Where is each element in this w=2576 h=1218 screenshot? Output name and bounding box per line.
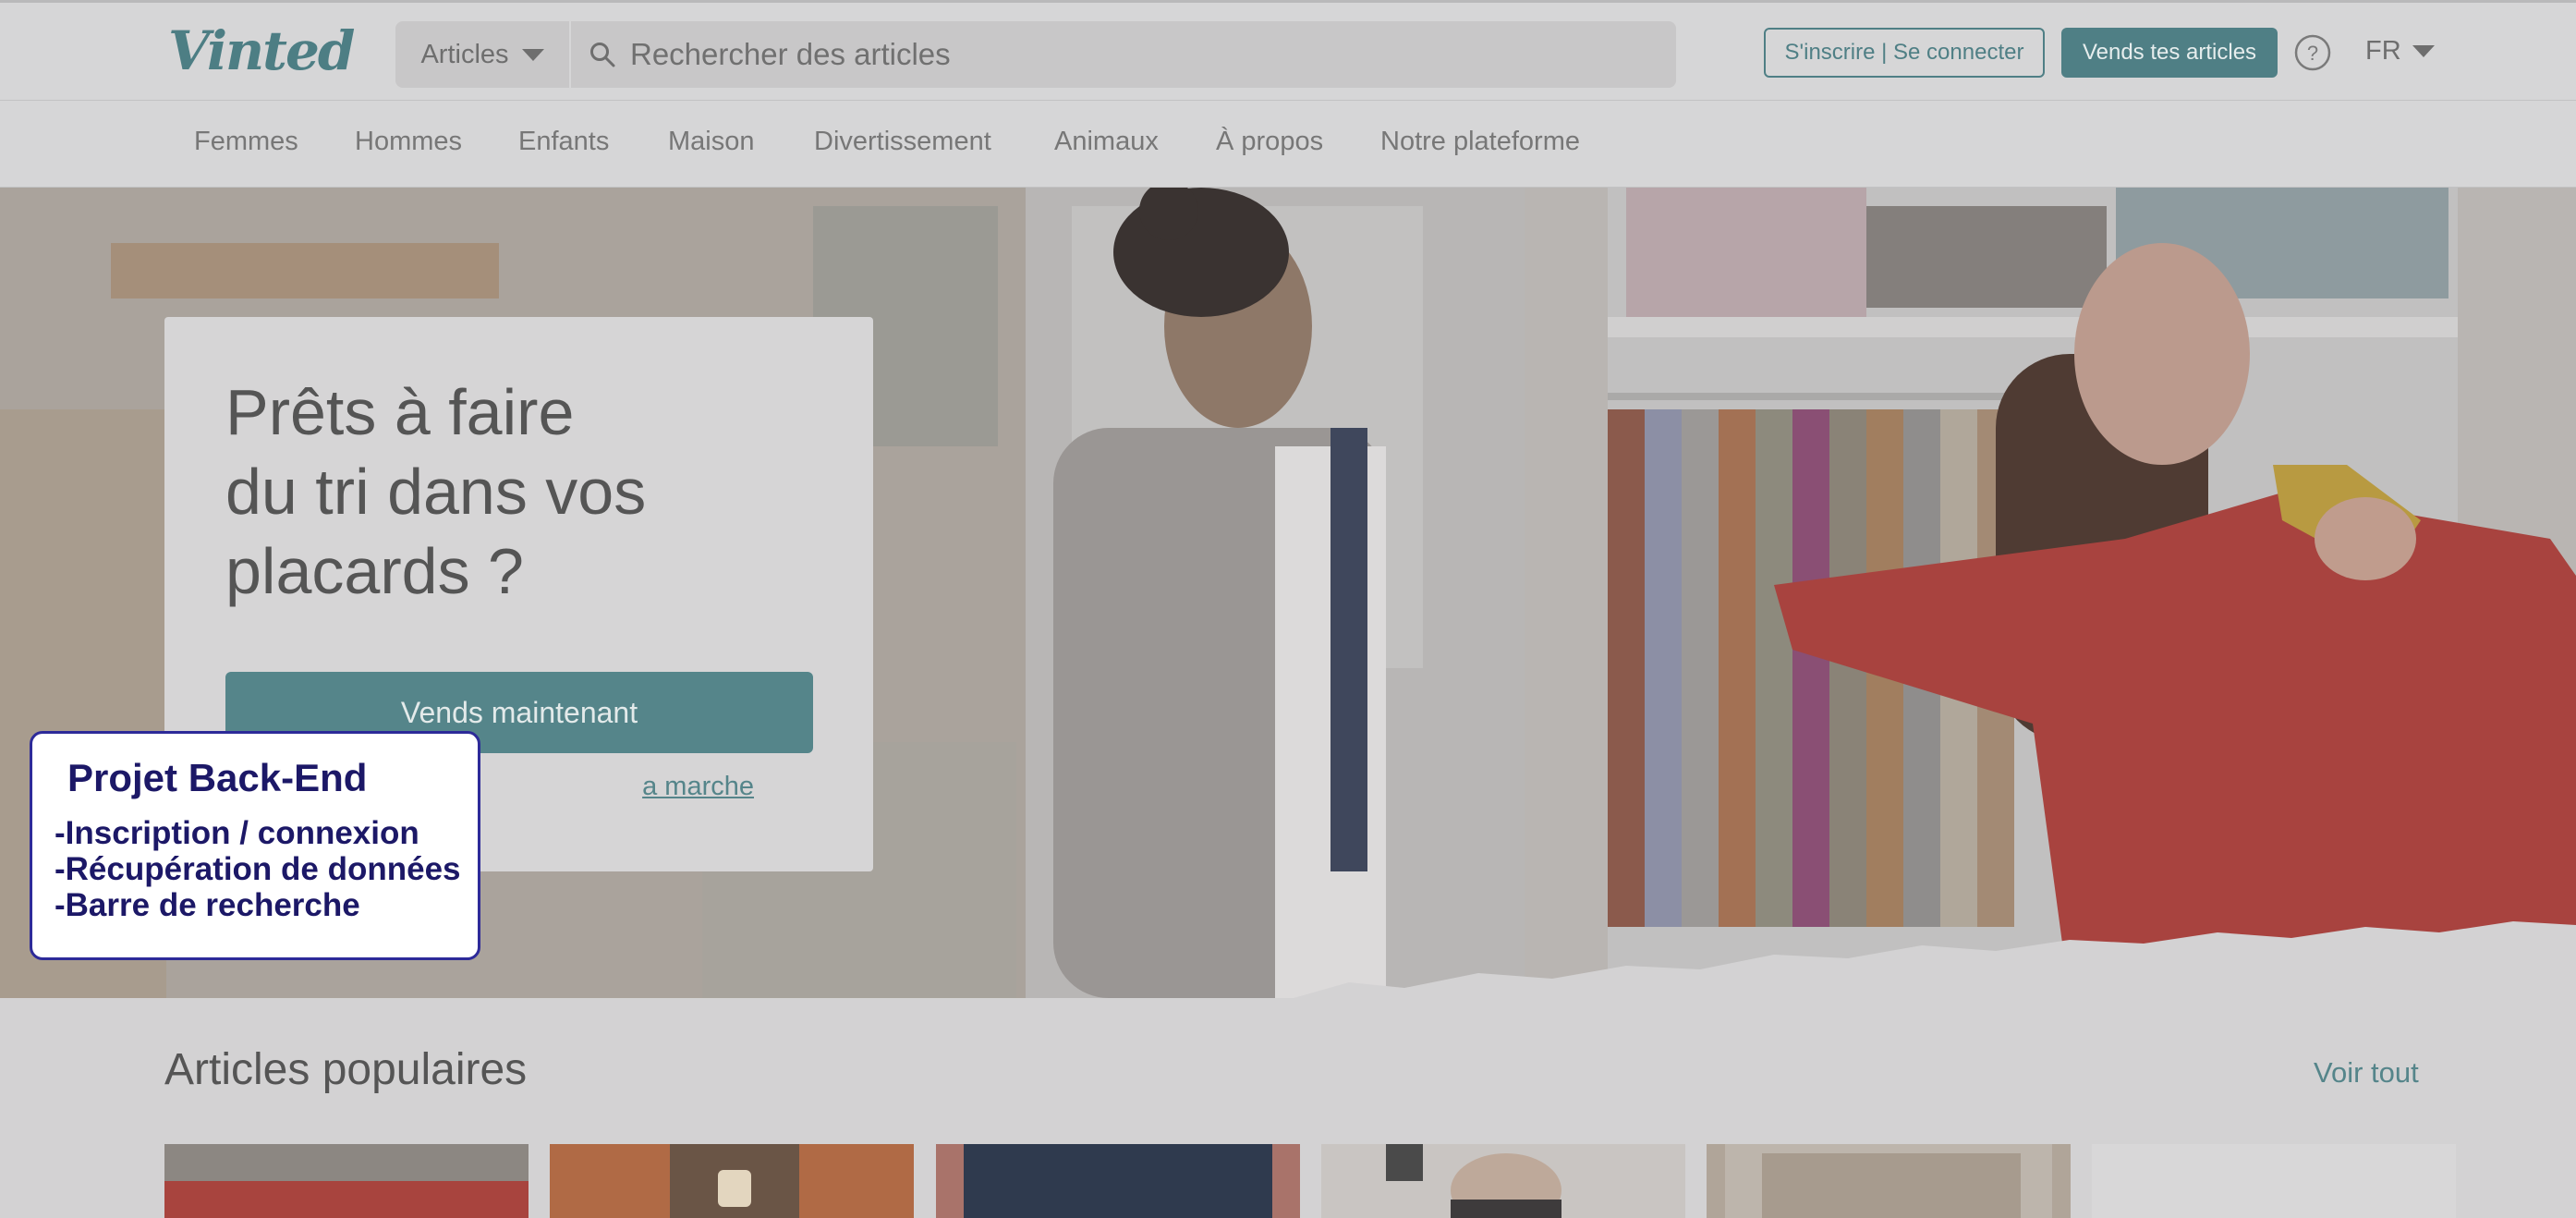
project-note-title: Projet Back-End: [67, 756, 368, 799]
nav-item-hommes[interactable]: Hommes: [355, 127, 462, 157]
language-label: FR: [2365, 36, 2401, 66]
hero-title-line-3: placards ?: [225, 535, 524, 607]
project-note-line: -Inscription / connexion: [55, 815, 419, 851]
category-nav: Femmes Hommes Enfants Maison Divertissem…: [0, 100, 2576, 188]
sell-items-button[interactable]: Vends tes articles: [2061, 28, 2278, 78]
nav-item-femmes[interactable]: Femmes: [194, 127, 298, 157]
product-card[interactable]: [1321, 1144, 1685, 1218]
project-note-line: -Barre de recherche: [55, 887, 360, 923]
project-note-line: -Récupération de données: [55, 851, 461, 887]
nav-item-notre-plateforme[interactable]: Notre plateforme: [1380, 127, 1580, 157]
product-image: [670, 1144, 799, 1218]
nav-item-animaux[interactable]: Animaux: [1054, 127, 1159, 157]
nav-item-maison[interactable]: Maison: [668, 127, 755, 157]
header: Vinted Articles S'inscrire | Se connecte…: [0, 0, 2576, 100]
product-card[interactable]: [936, 1144, 1300, 1218]
help-icon[interactable]: ?: [2294, 34, 2331, 71]
signup-login-button[interactable]: S'inscrire | Se connecter: [1764, 28, 2045, 78]
project-note: Projet Back-End -Inscription / connexion…: [30, 731, 480, 960]
search-bar: Articles: [395, 21, 1676, 88]
chevron-down-icon: [2412, 45, 2435, 57]
search-category-select[interactable]: Articles: [395, 21, 571, 88]
search-input[interactable]: [630, 21, 1646, 88]
nav-item-divertissement[interactable]: Divertissement: [814, 127, 991, 157]
nav-item-a-propos[interactable]: À propos: [1216, 127, 1323, 157]
chevron-down-icon: [521, 48, 544, 61]
language-selector[interactable]: FR: [2365, 36, 2435, 67]
product-image: [1386, 1144, 1561, 1218]
product-card[interactable]: [2092, 1144, 2456, 1218]
product-card[interactable]: [550, 1144, 914, 1218]
product-image: [1725, 1144, 2052, 1218]
product-card[interactable]: [164, 1144, 529, 1218]
product-card[interactable]: [1707, 1144, 2071, 1218]
product-image: [164, 1181, 529, 1218]
hero-title-line-1: Prêts à faire: [225, 376, 575, 448]
search-category-label: Articles: [420, 39, 509, 69]
see-all-link[interactable]: Voir tout: [2314, 1056, 2419, 1090]
vinted-logo[interactable]: Vinted: [168, 19, 355, 82]
nav-item-enfants[interactable]: Enfants: [518, 127, 609, 157]
popular-section-title: Articles populaires: [164, 1045, 528, 1094]
svg-text:?: ?: [2307, 42, 2318, 65]
search-icon: [590, 43, 615, 67]
hero-title: Prêts à faire du tri dans vos placards ?: [225, 372, 817, 611]
hero-title-line-2: du tri dans vos: [225, 456, 647, 528]
product-image: [936, 1144, 1300, 1218]
